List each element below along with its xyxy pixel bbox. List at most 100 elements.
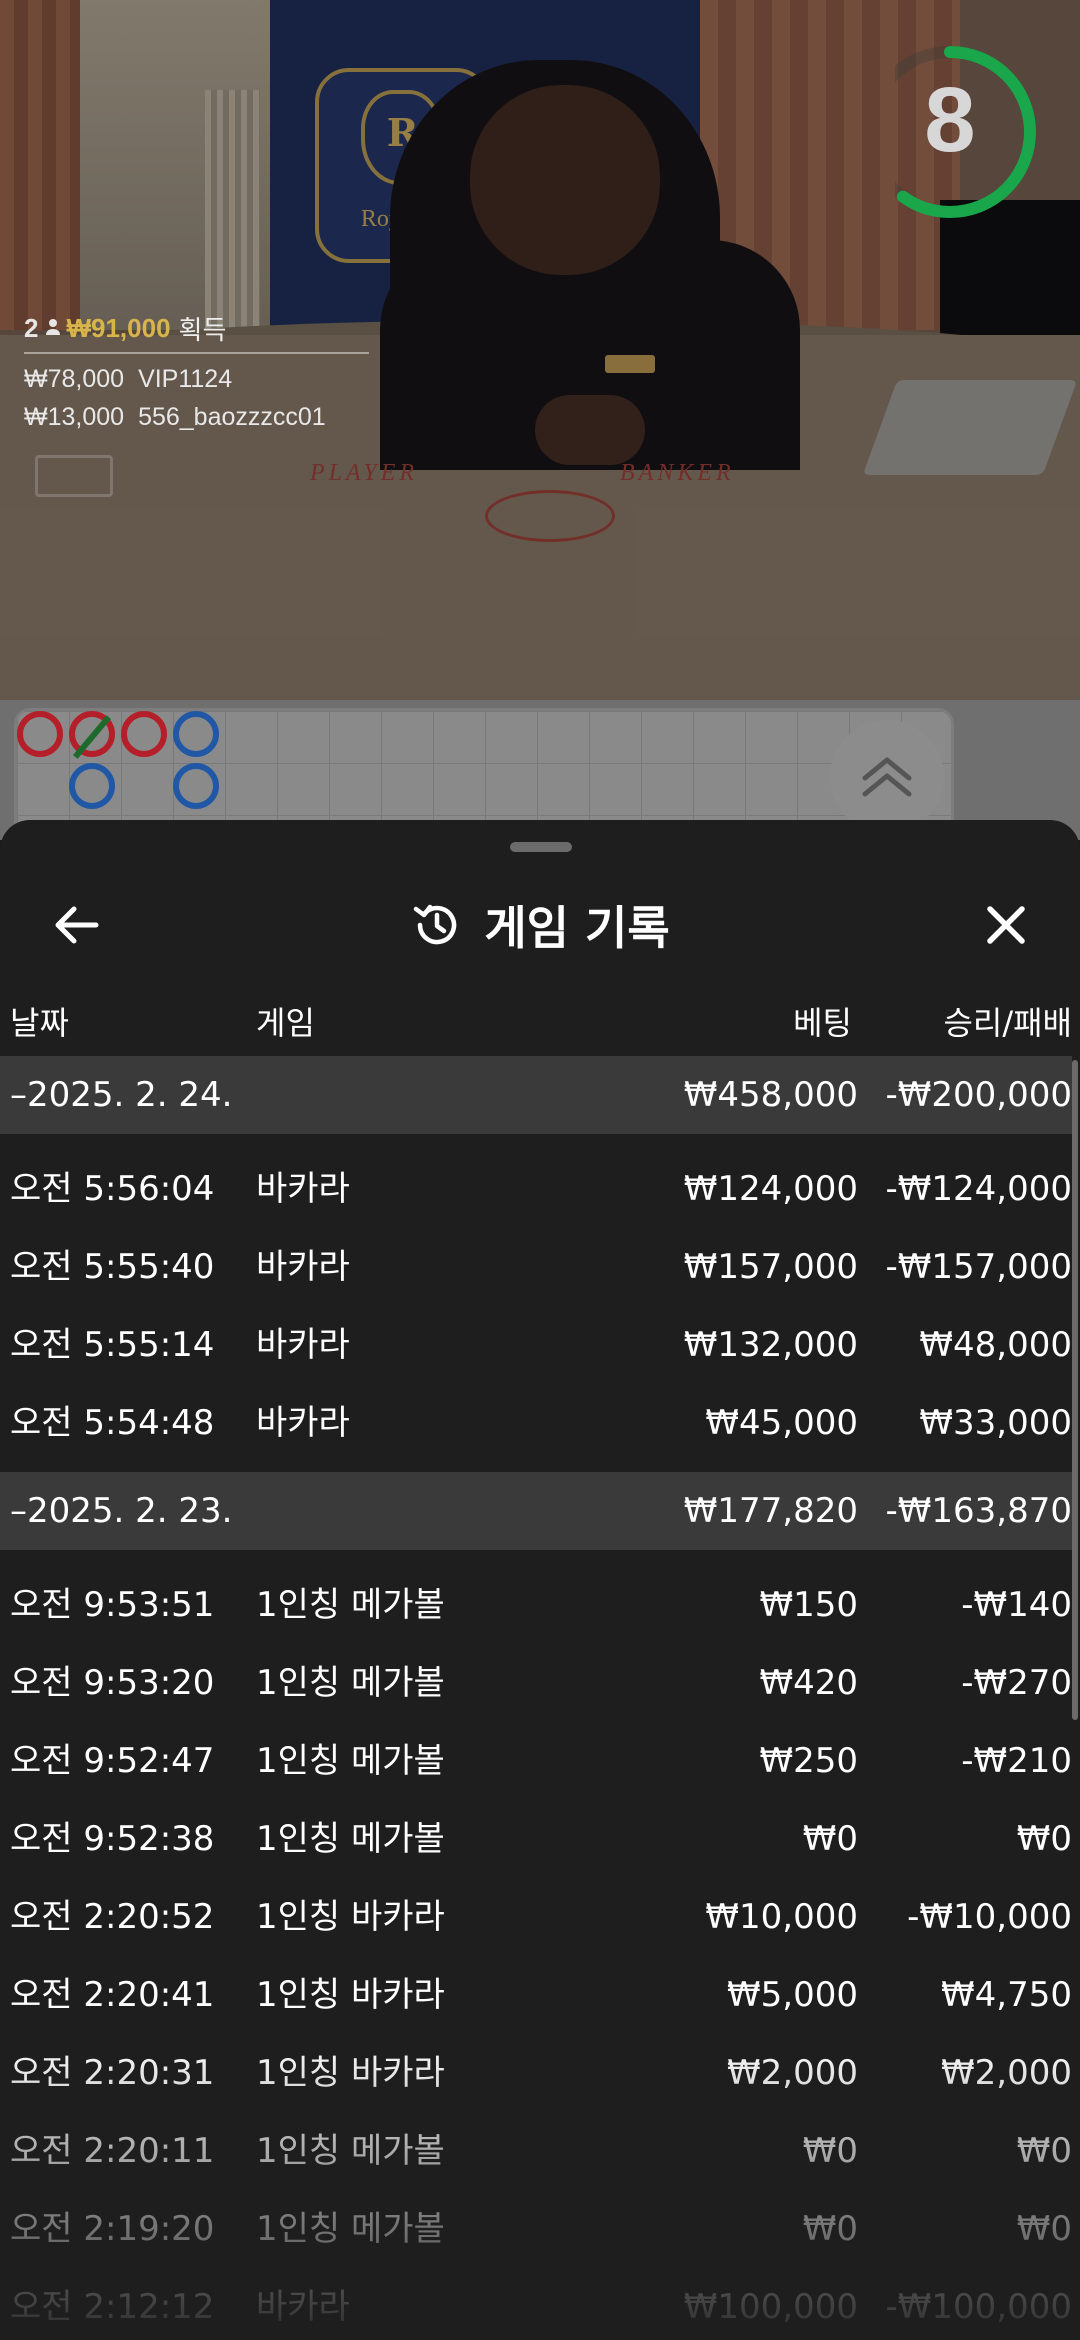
winner-name: 556_baozzzcc01 [138, 403, 326, 431]
row-game: 1인칭 바카라 [256, 2053, 445, 2093]
row-game: 1인칭 메가볼 [256, 2131, 445, 2171]
winners-amount: ₩91,000 [66, 312, 171, 343]
history-row[interactable]: 오전 9:53:51 1인칭 메가볼 ₩150 -₩140 [0, 1566, 1072, 1644]
row-time: 오전 9:53:20 [10, 1663, 215, 1703]
winners-divider [24, 352, 369, 354]
sheet-drag-handle[interactable] [510, 842, 572, 852]
group-bet-total: ₩177,820 [683, 1491, 858, 1531]
road-banker-mark [17, 711, 63, 757]
history-row[interactable]: 오전 2:20:52 1인칭 바카라 ₩10,000 -₩10,000 [0, 1878, 1072, 1956]
column-game: 게임 [256, 1004, 315, 1042]
row-result: -₩140 [961, 1585, 1072, 1625]
row-time: 오전 2:20:31 [10, 2053, 215, 2093]
sheet-header: 게임 기록 [0, 870, 1080, 980]
game-history-sheet: 게임 기록 날짜 게임 베팅 승리/패배 –2025. 2. 24. ₩458,0… [0, 820, 1080, 2340]
row-game: 바카라 [256, 1403, 350, 1443]
row-time: 오전 5:55:40 [10, 1247, 215, 1287]
sheet-title-group: 게임 기록 [0, 890, 1080, 960]
row-time: 오전 9:53:51 [10, 1585, 215, 1625]
history-row[interactable]: 오전 5:55:40 바카라 ₩157,000 -₩157,000 [0, 1228, 1072, 1306]
row-game: 1인칭 바카라 [256, 1975, 445, 2015]
date-group-row[interactable]: –2025. 2. 24. ₩458,000 -₩200,000 [0, 1056, 1072, 1134]
history-icon [414, 904, 457, 945]
road-player-mark [173, 763, 219, 809]
history-row[interactable]: 오전 2:20:31 1인칭 바카라 ₩2,000 ₩2,000 [0, 2034, 1072, 2112]
row-time: 오전 9:52:38 [10, 1819, 215, 1859]
row-time: 오전 2:19:20 [10, 2209, 215, 2249]
history-row[interactable]: 오전 5:54:48 바카라 ₩45,000 ₩33,000 [0, 1384, 1072, 1462]
row-result: ₩48,000 [919, 1325, 1072, 1365]
winners-label: 획득 [178, 314, 227, 345]
person-icon [44, 313, 62, 344]
double-chevron-up-icon [862, 757, 912, 797]
row-result: -₩157,000 [885, 1247, 1073, 1287]
row-time: 오전 5:56:04 [10, 1169, 215, 1209]
row-result: ₩0 [1016, 1819, 1072, 1859]
history-row[interactable]: 오전 9:52:38 1인칭 메가볼 ₩0 ₩0 [0, 1800, 1072, 1878]
row-time: 오전 5:55:14 [10, 1325, 215, 1365]
row-result: -₩124,000 [885, 1169, 1073, 1209]
group-date: –2025. 2. 24. [10, 1075, 233, 1115]
row-bet: ₩45,000 [705, 1403, 858, 1443]
row-time: 오전 2:20:52 [10, 1897, 215, 1937]
row-time: 오전 9:52:47 [10, 1741, 215, 1781]
history-list[interactable]: –2025. 2. 24. ₩458,000 -₩200,000 오전 5:56:04… [0, 1056, 1072, 2340]
scrollbar[interactable] [1072, 1060, 1078, 1720]
row-bet: ₩5,000 [727, 1975, 858, 2015]
row-bet: ₩250 [759, 1741, 858, 1781]
history-row[interactable]: 오전 9:52:47 1인칭 메가볼 ₩250 -₩210 [0, 1722, 1072, 1800]
road-banker-tie-mark [69, 711, 115, 759]
close-button[interactable] [966, 892, 1046, 958]
group-bet-total: ₩458,000 [683, 1075, 858, 1115]
row-game: 바카라 [256, 1169, 350, 1209]
page-title: 게임 기록 [484, 901, 670, 955]
row-time: 오전 5:54:48 [10, 1403, 215, 1443]
history-row[interactable]: 오전 2:20:41 1인칭 바카라 ₩5,000 ₩4,750 [0, 1956, 1072, 2034]
history-row[interactable]: 오전 2:20:11 1인칭 메가볼 ₩0 ₩0 [0, 2112, 1072, 2190]
winner-row: ₩13,000 556_baozzzcc01 [24, 398, 369, 436]
winner-amount: ₩78,000 [24, 365, 125, 393]
row-bet: ₩0 [802, 2209, 858, 2249]
row-bet: ₩132,000 [683, 1325, 858, 1365]
row-game: 1인칭 바카라 [256, 1897, 445, 1937]
row-result: -₩270 [961, 1663, 1072, 1703]
row-time: 오전 2:12:12 [10, 2287, 215, 2327]
row-time: 오전 2:20:41 [10, 1975, 215, 2015]
row-game: 바카라 [256, 1247, 350, 1287]
row-result: ₩4,750 [941, 1975, 1072, 2015]
history-row[interactable]: 오전 2:12:12 바카라 ₩100,000 -₩100,000 [0, 2268, 1072, 2340]
row-result: -₩100,000 [885, 2287, 1073, 2327]
row-game: 1인칭 메가볼 [256, 1741, 445, 1781]
column-result: 승리/패배 [943, 1004, 1072, 1042]
winners-overlay: 2 ₩91,000 획득 ₩78,000 VIP1124 ₩13,000 556_b… [24, 310, 369, 436]
row-bet: ₩157,000 [683, 1247, 858, 1287]
countdown-timer: 8 [864, 40, 1045, 225]
group-result-total: -₩163,870 [885, 1491, 1073, 1531]
row-game: 1인칭 메가볼 [256, 1819, 445, 1859]
date-group-row[interactable]: –2025. 2. 23. ₩177,820 -₩163,870 [0, 1472, 1072, 1550]
row-result: ₩0 [1016, 2209, 1072, 2249]
winners-count: 2 [24, 312, 39, 343]
row-game: 바카라 [256, 1325, 350, 1365]
row-bet: ₩2,000 [727, 2053, 858, 2093]
winner-name: VIP1124 [138, 365, 233, 393]
row-game: 1인칭 메가볼 [256, 2209, 445, 2249]
live-video[interactable]: R Royal.kr PLAYER BANKER 8 2 [0, 0, 1080, 700]
history-row[interactable]: 오전 5:56:04 바카라 ₩124,000 -₩124,000 [0, 1150, 1072, 1228]
history-row[interactable]: 오전 9:53:20 1인칭 메가볼 ₩420 -₩270 [0, 1644, 1072, 1722]
road-banker-mark [121, 711, 167, 757]
column-bet: 베팅 [793, 1004, 852, 1042]
group-date: –2025. 2. 23. [10, 1491, 233, 1531]
expand-roads-button[interactable] [830, 720, 944, 834]
winner-row: ₩78,000 VIP1124 [24, 360, 369, 398]
close-icon [987, 906, 1025, 944]
road-player-mark [173, 711, 219, 757]
history-row[interactable]: 오전 5:55:14 바카라 ₩132,000 ₩48,000 [0, 1306, 1072, 1384]
row-bet: ₩100,000 [683, 2287, 858, 2327]
column-date: 날짜 [10, 1004, 69, 1042]
row-bet: ₩0 [802, 2131, 858, 2171]
history-row[interactable]: 오전 2:19:20 1인칭 메가볼 ₩0 ₩0 [0, 2190, 1072, 2268]
winner-amount: ₩13,000 [24, 403, 125, 431]
row-bet: ₩10,000 [705, 1897, 858, 1937]
row-game: 바카라 [256, 2287, 350, 2327]
